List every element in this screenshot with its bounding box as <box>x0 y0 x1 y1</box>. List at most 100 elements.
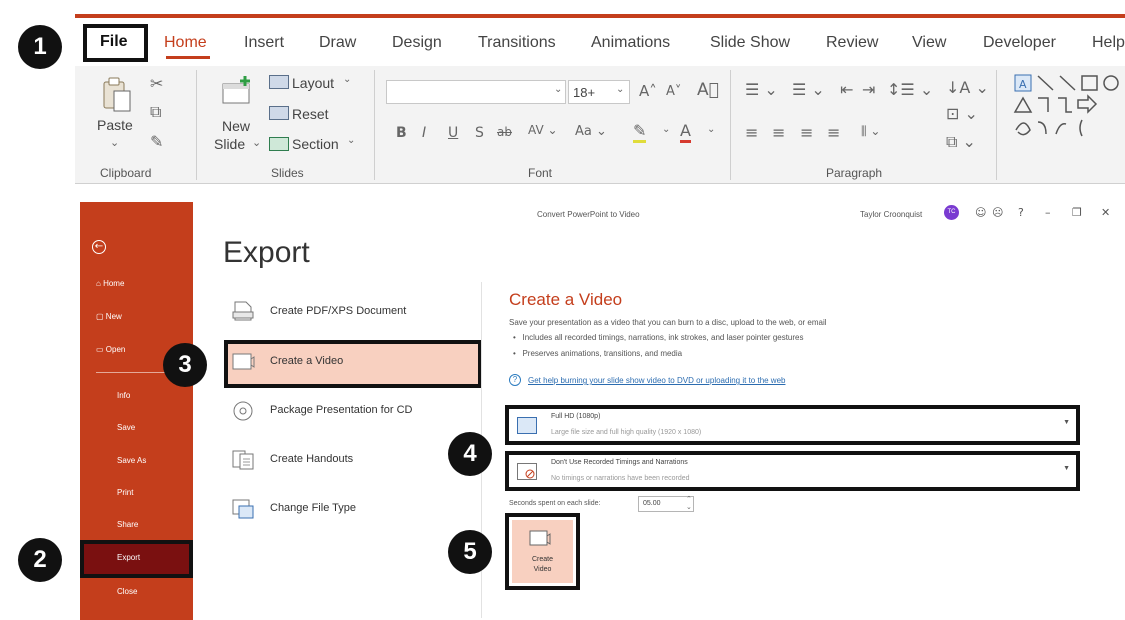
format-painter-icon[interactable]: ✎ <box>150 132 163 151</box>
restore-icon[interactable]: ❐ <box>1072 206 1082 219</box>
clipboard-group-label: Clipboard <box>100 166 152 180</box>
sidebar-item-share[interactable]: Share <box>117 520 138 529</box>
section-chevron-icon[interactable]: ⌄ <box>347 135 355 146</box>
font-color-chevron-icon[interactable]: ⌄ <box>707 124 715 135</box>
folder-open-icon: ▭ <box>96 345 104 354</box>
font-name-input[interactable] <box>386 80 566 104</box>
bullets-icon[interactable]: ☰ ⌄ <box>745 80 778 99</box>
layout-chevron-icon[interactable]: ⌄ <box>343 74 351 85</box>
change-case-icon[interactable]: Aa ⌄ <box>575 124 607 139</box>
tab-view[interactable]: View <box>912 34 946 52</box>
tab-draw[interactable]: Draw <box>319 34 356 52</box>
highlight-chevron-icon[interactable]: ⌄ <box>662 124 670 135</box>
help-link[interactable]: Get help burning your slide show video t… <box>528 376 785 385</box>
bullet-text: Includes all recorded timings, narration… <box>522 333 804 342</box>
bold-icon[interactable]: B <box>396 125 407 141</box>
justify-icon[interactable]: ≡ <box>827 123 840 142</box>
tab-slide-show[interactable]: Slide Show <box>710 34 790 52</box>
avatar[interactable]: TC <box>944 205 959 220</box>
step-4-badge: 4 <box>448 432 492 476</box>
export-option-selected-highlight[interactable] <box>224 340 482 388</box>
smiley-feedback-icon[interactable]: ☺ <box>975 206 986 219</box>
minimize-icon[interactable]: – <box>1045 206 1051 219</box>
active-tab-underline <box>166 56 210 59</box>
sidebar-item-new[interactable]: ▢ New <box>96 312 122 321</box>
section-button[interactable]: Section <box>292 136 339 152</box>
sidebar-item-home[interactable]: ⌂ Home <box>96 279 124 288</box>
layout-icon[interactable] <box>269 75 289 89</box>
tab-transitions[interactable]: Transitions <box>478 34 556 52</box>
increase-font-size-icon[interactable]: A˄ <box>639 82 657 100</box>
back-arrow-icon[interactable]: ← <box>92 240 106 254</box>
sidebar-item-export[interactable]: Export <box>117 553 140 562</box>
sidebar-item-save-as[interactable]: Save As <box>117 456 146 465</box>
underline-icon[interactable]: U <box>448 125 458 141</box>
shapes-gallery[interactable]: A <box>1010 72 1122 152</box>
font-size-chevron-icon[interactable]: ⌄ <box>616 84 624 95</box>
timings-dropdown[interactable]: Don't Use Recorded Timings and Narration… <box>505 451 1080 491</box>
export-option-pdf[interactable]: Create PDF/XPS Document <box>270 305 406 317</box>
export-option-package-cd[interactable]: Package Presentation for CD <box>270 404 412 416</box>
section-icon[interactable] <box>269 137 289 151</box>
sidebar-item-close[interactable]: Close <box>117 587 137 596</box>
columns-icon[interactable]: ⫼ ⌄ <box>861 124 880 139</box>
align-center-icon[interactable]: ≡ <box>772 123 785 142</box>
tab-animations[interactable]: Animations <box>591 34 670 52</box>
tab-insert[interactable]: Insert <box>244 34 284 52</box>
italic-icon[interactable]: I <box>422 125 426 141</box>
export-option-change-file-type[interactable]: Change File Type <box>270 502 356 514</box>
page-title: Export <box>223 236 310 269</box>
tab-design[interactable]: Design <box>392 34 442 52</box>
highlight-color-icon[interactable]: ✎ <box>633 121 647 143</box>
new-slide-icon[interactable] <box>221 74 255 106</box>
shadow-icon[interactable]: S <box>475 125 484 141</box>
strikethrough-icon[interactable]: ab <box>497 125 512 139</box>
tab-help[interactable]: Help <box>1092 34 1125 52</box>
text-direction-icon[interactable]: ↓A ⌄ <box>946 78 989 97</box>
paste-button[interactable]: Paste <box>97 117 133 133</box>
align-right-icon[interactable]: ≡ <box>800 123 813 142</box>
paste-dropdown-chevron-icon[interactable]: ⌄ <box>110 136 119 149</box>
copy-icon[interactable]: ⧉ <box>150 102 161 122</box>
reset-button[interactable]: Reset <box>292 106 329 122</box>
font-name-chevron-icon[interactable]: ⌄ <box>554 84 562 95</box>
decrease-indent-icon[interactable]: ⇤ <box>840 80 853 99</box>
sidebar-item-save[interactable]: Save <box>117 423 135 432</box>
new-slide-label[interactable]: New <box>222 118 250 134</box>
spinner-arrows-icon[interactable]: ⌃ ⌄ <box>686 495 692 511</box>
clear-formatting-icon[interactable]: A⃥ <box>697 80 719 100</box>
layout-button[interactable]: Layout <box>292 75 334 91</box>
align-left-icon[interactable]: ≡ <box>745 123 758 142</box>
new-slide-chevron-icon[interactable]: ⌄ <box>252 136 261 149</box>
create-video-icon <box>528 528 552 550</box>
increase-indent-icon[interactable]: ⇥ <box>862 80 875 99</box>
cut-icon[interactable]: ✂ <box>150 74 163 93</box>
tab-review[interactable]: Review <box>826 34 878 52</box>
tab-file[interactable]: File <box>100 33 128 51</box>
frown-feedback-icon[interactable]: ☹ <box>992 206 1003 219</box>
character-spacing-icon[interactable]: AV ⌄ <box>528 123 558 137</box>
tab-home[interactable]: Home <box>164 34 207 52</box>
section-gap <box>75 184 1125 202</box>
export-option-video[interactable]: Create a Video <box>270 355 343 367</box>
help-question-icon[interactable]: ? <box>1018 206 1024 219</box>
numbering-icon[interactable]: ☰ ⌄ <box>792 80 825 99</box>
close-icon[interactable]: ✕ <box>1101 206 1110 219</box>
align-text-icon[interactable]: ⊡ ⌄ <box>946 104 978 123</box>
font-color-icon[interactable]: A <box>680 121 691 143</box>
quality-dropdown[interactable]: Full HD (1080p) Large file size and full… <box>505 405 1080 445</box>
paste-icon[interactable] <box>101 76 133 114</box>
tab-developer[interactable]: Developer <box>983 34 1056 52</box>
decrease-font-size-icon[interactable]: A˅ <box>666 84 681 99</box>
reset-icon[interactable] <box>269 106 289 120</box>
sidebar-item-open[interactable]: ▭ Open <box>96 345 125 354</box>
smartart-icon[interactable]: ⧉ ⌄ <box>946 132 976 152</box>
sidebar-item-print[interactable]: Print <box>117 488 133 497</box>
sidebar-item-info[interactable]: Info <box>117 391 130 400</box>
line-spacing-icon[interactable]: ↕☰ ⌄ <box>887 80 933 99</box>
new-slide-button[interactable]: Slide <box>214 136 245 152</box>
export-option-handouts[interactable]: Create Handouts <box>270 453 353 465</box>
user-name[interactable]: Taylor Croonquist <box>860 210 922 219</box>
monitor-icon <box>517 417 537 434</box>
home-icon: ⌂ <box>96 279 101 288</box>
